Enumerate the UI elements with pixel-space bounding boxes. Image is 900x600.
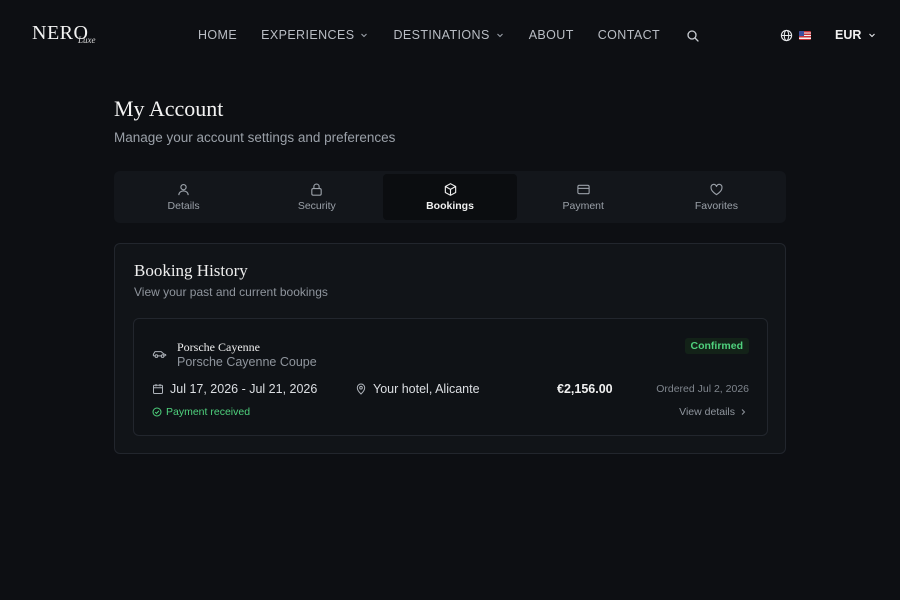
nav-home[interactable]: HOME <box>198 28 237 42</box>
booking-history-title: Booking History <box>134 261 248 280</box>
map-pin-icon <box>356 383 366 395</box>
vehicle-name: Porsche Cayenne <box>177 340 260 354</box>
tab-favorites[interactable]: Favorites <box>650 174 783 220</box>
heart-icon <box>710 183 723 196</box>
tab-bookings[interactable]: Bookings <box>383 174 517 220</box>
payment-status-text: Payment received <box>166 406 251 418</box>
brand-logo-subtitle: Luxe <box>78 35 96 45</box>
tab-payment-label: Payment <box>562 200 604 212</box>
tab-payment[interactable]: Payment <box>517 174 650 220</box>
top-navigation-bar: NERO Luxe HOME EXPERIENCES DESTINATIONS … <box>0 0 900 72</box>
car-icon <box>152 351 167 358</box>
page-subtitle: Manage your account settings and prefere… <box>114 130 396 145</box>
view-details-label: View details <box>679 406 735 418</box>
chevron-down-icon <box>496 33 503 38</box>
tab-favorites-label: Favorites <box>694 200 738 212</box>
booking-location: Your hotel, Alicante <box>355 382 480 396</box>
tab-security-label: Security <box>297 200 336 212</box>
view-details-link[interactable]: View details <box>679 406 747 418</box>
booking-location-text: Your hotel, Alicante <box>373 382 480 396</box>
chevron-down-icon <box>361 33 368 38</box>
currency-label: EUR <box>835 28 862 42</box>
credit-card-icon <box>577 184 590 195</box>
booking-dates-text: Jul 17, 2026 - Jul 21, 2026 <box>170 382 318 396</box>
search-icon <box>687 30 699 42</box>
page-title: My Account <box>114 96 224 121</box>
tab-details[interactable]: Details <box>117 174 250 220</box>
currency-selector[interactable]: EUR <box>835 28 877 42</box>
lock-icon <box>311 183 323 196</box>
box-icon <box>444 183 456 196</box>
nav-destinations-label: DESTINATIONS <box>393 28 490 42</box>
globe-icon <box>780 29 793 42</box>
search-button[interactable] <box>686 29 700 48</box>
language-selector[interactable] <box>780 29 811 42</box>
tab-details-label: Details <box>167 200 200 212</box>
main-nav: HOME EXPERIENCES DESTINATIONS ABOUT CONT… <box>198 28 660 42</box>
nav-experiences-label: EXPERIENCES <box>261 28 355 42</box>
booking-history-card: Booking History View your past and curre… <box>114 243 786 454</box>
vehicle-model: Porsche Cayenne Coupe <box>177 355 317 369</box>
nav-about[interactable]: ABOUT <box>529 28 574 42</box>
booking-price: €2,156.00 <box>557 382 613 396</box>
account-tabs: Details Security Bookings Payment Favori… <box>114 171 786 223</box>
calendar-icon <box>153 384 163 395</box>
nav-home-label: HOME <box>198 28 238 42</box>
booking-item: Porsche Cayenne Porsche Cayenne Coupe Co… <box>133 318 768 436</box>
tab-bookings-label: Bookings <box>426 200 474 212</box>
user-icon <box>178 183 189 196</box>
nav-destinations[interactable]: DESTINATIONS <box>393 28 504 42</box>
payment-status: Payment received <box>152 406 250 418</box>
chevron-down-icon <box>869 33 876 38</box>
chevron-right-icon <box>741 409 746 415</box>
tab-security[interactable]: Security <box>250 174 383 220</box>
check-circle-icon <box>152 407 162 417</box>
order-date: Ordered Jul 2, 2026 <box>656 383 749 395</box>
status-badge: Confirmed <box>684 338 749 354</box>
nav-contact[interactable]: CONTACT <box>598 28 660 42</box>
booking-history-subtitle: View your past and current bookings <box>134 285 328 299</box>
nav-experiences[interactable]: EXPERIENCES <box>261 28 369 42</box>
us-flag-icon <box>799 31 811 40</box>
nav-contact-label: CONTACT <box>597 28 661 42</box>
booking-dates: Jul 17, 2026 - Jul 21, 2026 <box>152 382 317 396</box>
nav-about-label: ABOUT <box>528 28 574 42</box>
